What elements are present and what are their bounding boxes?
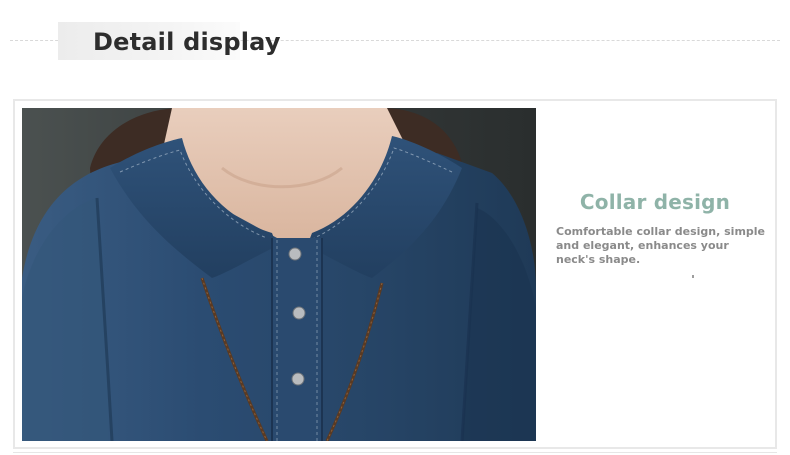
feature-title: Collar design	[579, 190, 731, 214]
button-placket	[272, 238, 322, 441]
button-2	[292, 306, 306, 320]
button-1	[288, 247, 302, 261]
feature-description: Comfortable collar design, simple and el…	[556, 225, 766, 266]
decorative-speck	[692, 275, 694, 278]
button-3	[291, 372, 305, 386]
bottom-divider	[13, 452, 777, 453]
section-title: Detail display	[93, 28, 281, 56]
product-photo	[22, 108, 536, 441]
